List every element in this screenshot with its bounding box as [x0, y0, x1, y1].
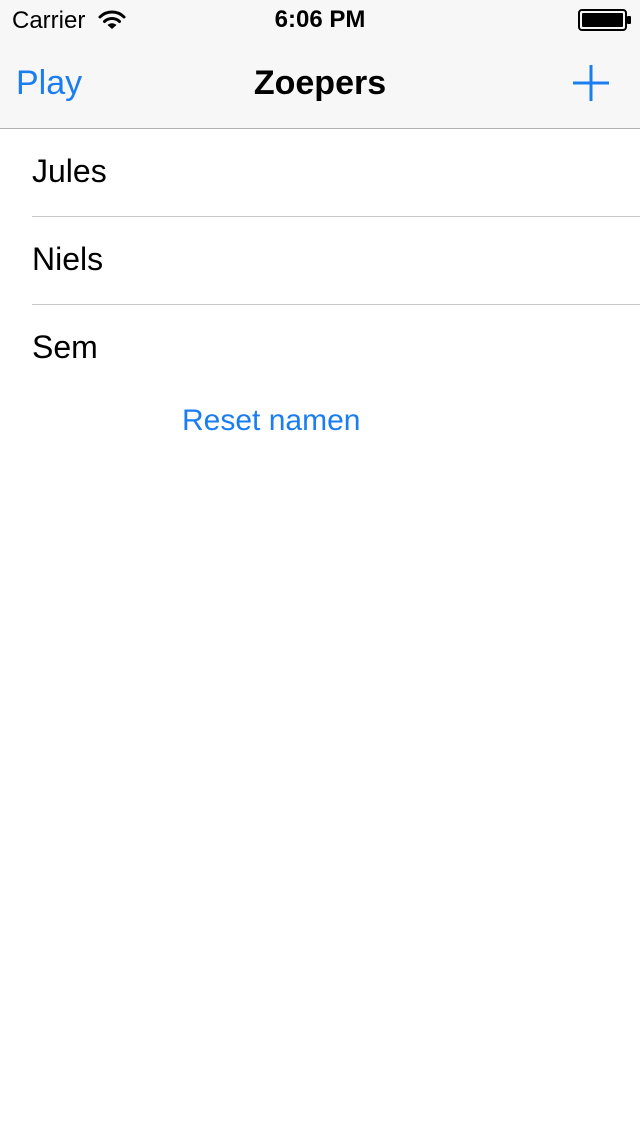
navigation-bar: Play Zoepers [0, 40, 640, 128]
player-list: Jules Niels Sem [0, 129, 640, 393]
status-bar: Carrier 6:06 PM [0, 0, 640, 40]
player-name: Sem [32, 329, 98, 365]
plus-icon[interactable] [570, 62, 612, 104]
player-name: Niels [32, 241, 104, 277]
reset-names-button[interactable]: Reset namen [182, 404, 360, 438]
top-chrome: Carrier 6:06 PM Play Zoepers [0, 0, 640, 129]
play-button[interactable]: Play [16, 64, 82, 103]
player-name: Jules [32, 153, 107, 189]
screen: Carrier 6:06 PM Play Zoepers Jules Niels… [0, 0, 640, 1136]
list-item[interactable]: Niels [0, 217, 640, 305]
list-item[interactable]: Jules [0, 129, 640, 217]
status-time: 6:06 PM [274, 6, 366, 33]
battery-icon [578, 9, 631, 31]
list-item[interactable]: Sem [0, 305, 640, 393]
page-title: Zoepers [253, 64, 387, 102]
